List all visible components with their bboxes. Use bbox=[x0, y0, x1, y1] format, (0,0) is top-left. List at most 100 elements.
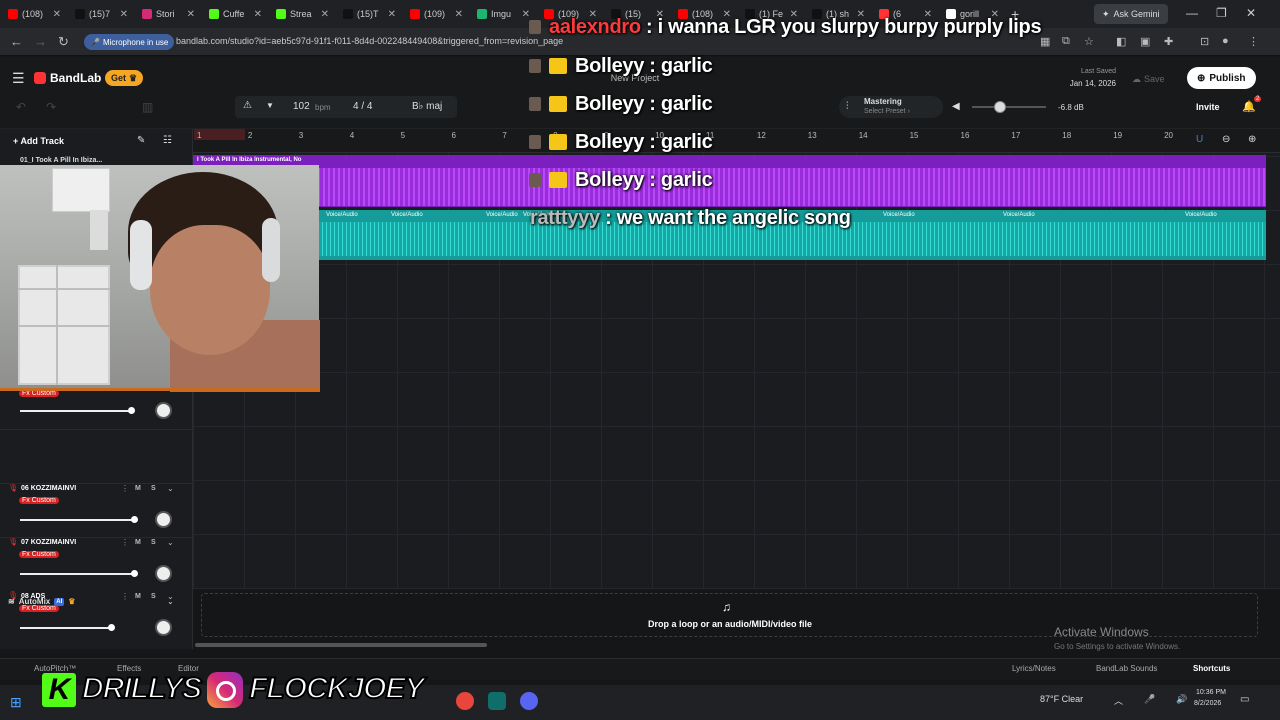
track-row[interactable] bbox=[0, 483, 193, 537]
fx-badge[interactable]: Fx Custom bbox=[19, 390, 59, 397]
bell-icon[interactable]: 🔔 bbox=[1242, 100, 1256, 113]
publish-button[interactable]: ⊕ Publish bbox=[1187, 67, 1256, 89]
chevron-down-icon[interactable]: ▼ bbox=[266, 101, 274, 110]
install-icon[interactable]: ⧉ bbox=[1062, 35, 1070, 48]
speaker-icon[interactable]: ◀ bbox=[952, 101, 960, 112]
weather-widget[interactable]: 87°F Clear bbox=[1040, 694, 1083, 704]
tab-close-icon[interactable]: ✕ bbox=[53, 9, 61, 20]
tab-close-icon[interactable]: ✕ bbox=[254, 9, 262, 20]
ruler-tick-label: 19 bbox=[1113, 131, 1123, 140]
hamburger-menu-icon[interactable]: ☰ bbox=[12, 70, 25, 87]
invite-button[interactable]: Invite bbox=[1196, 102, 1220, 112]
lyrics-notes-button[interactable]: Lyrics/Notes bbox=[1012, 664, 1056, 673]
bpm-value[interactable]: 102 bbox=[293, 101, 310, 112]
microphone-in-use-pill[interactable]: 🎤 Microphone in use bbox=[84, 34, 175, 50]
browser-tab[interactable]: (109) ✕ bbox=[402, 0, 469, 28]
drop-zone-text: Drop a loop or an audio/MIDI/video file bbox=[647, 619, 812, 629]
maximize-icon[interactable]: ❐ bbox=[1216, 6, 1227, 20]
select-preset-label[interactable]: Select Preset › bbox=[864, 108, 910, 115]
tab-close-icon[interactable]: ✕ bbox=[455, 9, 463, 20]
master-volume-knob[interactable] bbox=[994, 101, 1006, 113]
automix-chevron-icon[interactable]: ⌄ bbox=[167, 597, 174, 606]
poster bbox=[52, 168, 110, 212]
browser-tab[interactable]: Imgu ✕ bbox=[469, 0, 536, 28]
chat-username: aalexndro bbox=[549, 16, 641, 38]
tab-close-icon[interactable]: ✕ bbox=[388, 9, 396, 20]
browser-tab[interactable]: (108) ✕ bbox=[0, 0, 67, 28]
time-signature[interactable]: 4 / 4 bbox=[353, 101, 372, 112]
tab-close-icon[interactable]: ✕ bbox=[321, 9, 329, 20]
track-settings-icon[interactable]: ☷ bbox=[163, 135, 172, 146]
shortcuts-button[interactable]: Shortcuts bbox=[1193, 664, 1230, 673]
track-01-name[interactable]: 01_I Took A Pill In Ibiza... bbox=[20, 157, 102, 164]
zoom-in-icon[interactable]: ⊕ bbox=[1248, 134, 1256, 145]
chrome-icon[interactable] bbox=[456, 692, 474, 710]
bandlab-app-icon[interactable] bbox=[488, 692, 506, 710]
horizontal-scrollbar[interactable] bbox=[195, 643, 487, 647]
track-row[interactable] bbox=[0, 537, 193, 591]
loop-region[interactable] bbox=[194, 129, 245, 140]
solo-button[interactable]: S bbox=[151, 593, 156, 600]
mic-tray-icon[interactable]: 🎤 bbox=[1144, 694, 1155, 705]
tray-chevron-icon[interactable]: ︿ bbox=[1114, 694, 1123, 707]
metronome-icon[interactable]: ⚠ bbox=[243, 100, 252, 111]
play-icon[interactable]: ▥ bbox=[142, 100, 153, 114]
volume-tray-icon[interactable]: 🔊 bbox=[1176, 694, 1187, 705]
master-volume-slider[interactable] bbox=[972, 106, 1046, 108]
windows-start-icon[interactable]: ⊞ bbox=[10, 694, 22, 711]
browser-tab[interactable]: (15)T ✕ bbox=[335, 0, 402, 28]
save-button[interactable]: ☁ Save bbox=[1124, 70, 1173, 88]
browser-tab[interactable]: Cuffe ✕ bbox=[201, 0, 268, 28]
discord-icon[interactable] bbox=[520, 692, 538, 710]
automix-row[interactable]: ≋ AutoMix AI ♛ bbox=[8, 597, 75, 606]
notifications-icon[interactable]: ▭ bbox=[1240, 694, 1249, 705]
pencil-icon[interactable]: ✎ bbox=[137, 135, 145, 146]
cast-icon[interactable]: ⊡ bbox=[1200, 35, 1209, 48]
pan-knob[interactable] bbox=[155, 402, 172, 419]
mute-button[interactable]: M bbox=[135, 593, 141, 600]
bandlab-sounds-button[interactable]: BandLab Sounds bbox=[1096, 664, 1157, 673]
pan-knob[interactable] bbox=[155, 619, 172, 636]
track-volume-slider[interactable] bbox=[20, 410, 131, 412]
fx-badge[interactable]: Fx Custom bbox=[19, 605, 59, 612]
ask-gemini-button[interactable]: ✦ Ask Gemini bbox=[1094, 4, 1168, 24]
get-label: Get bbox=[111, 73, 127, 83]
clock-date[interactable]: 8/2/2026 bbox=[1194, 700, 1221, 707]
extension-icon[interactable]: ◧ bbox=[1116, 35, 1126, 48]
ruler-tick-label: 13 bbox=[807, 131, 817, 140]
get-membership-button[interactable]: Get ♛ bbox=[105, 70, 144, 86]
url-field[interactable]: bandlab.com/studio?id=aeb5c97d-91f1-f011… bbox=[176, 36, 563, 46]
puzzle-icon[interactable]: ✚ bbox=[1164, 35, 1173, 48]
track-row[interactable] bbox=[0, 429, 193, 483]
undo-icon[interactable]: ↶ bbox=[16, 100, 26, 114]
extension2-icon[interactable]: ▣ bbox=[1140, 35, 1150, 48]
key-signature[interactable]: B♭ maj bbox=[412, 101, 442, 112]
chat-avatar-icon bbox=[529, 59, 541, 73]
browser-tab[interactable]: Strea ✕ bbox=[268, 0, 335, 28]
tab-favicon-icon bbox=[142, 9, 152, 19]
redo-icon[interactable]: ↷ bbox=[46, 100, 56, 114]
magnet-icon[interactable]: U bbox=[1196, 134, 1203, 145]
back-icon[interactable]: ← bbox=[10, 34, 23, 49]
apps-icon[interactable]: ▦ bbox=[1040, 35, 1050, 48]
track-menu-icon[interactable]: ⋮ bbox=[121, 592, 129, 601]
forward-icon[interactable]: → bbox=[34, 34, 47, 49]
minimize-icon[interactable]: — bbox=[1186, 6, 1198, 20]
browser-tab[interactable]: Stori ✕ bbox=[134, 0, 201, 28]
tab-close-icon[interactable]: ✕ bbox=[187, 9, 195, 20]
add-track-button[interactable]: + Add Track bbox=[13, 136, 64, 146]
more-icon[interactable]: ⋮ bbox=[1248, 35, 1259, 48]
browser-tab[interactable]: (15)7 ✕ bbox=[67, 0, 134, 28]
track-volume-slider[interactable] bbox=[20, 627, 111, 629]
zoom-out-icon[interactable]: ⊖ bbox=[1222, 134, 1230, 145]
bookmark-star-icon[interactable]: ☆ bbox=[1084, 35, 1094, 48]
profile-avatar[interactable]: ● bbox=[1222, 35, 1229, 47]
track-volume-knob[interactable] bbox=[127, 407, 135, 414]
tab-close-icon[interactable]: ✕ bbox=[120, 9, 128, 20]
bandlab-logo[interactable]: BandLab bbox=[34, 71, 101, 85]
track-volume-knob[interactable] bbox=[108, 624, 115, 631]
reload-icon[interactable]: ↻ bbox=[58, 34, 69, 50]
last-saved-date: Jan 14, 2026 bbox=[1069, 79, 1116, 88]
clock-time[interactable]: 10:36 PM bbox=[1196, 689, 1226, 696]
close-window-icon[interactable]: ✕ bbox=[1246, 6, 1256, 20]
